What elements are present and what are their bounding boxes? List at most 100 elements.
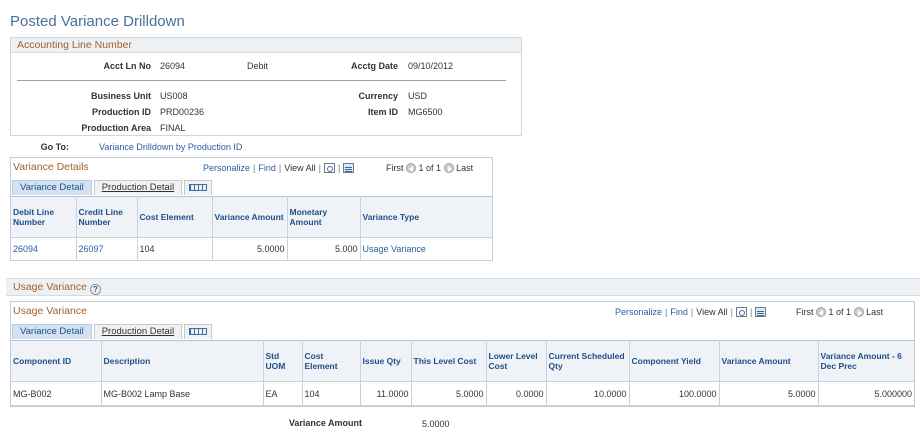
lower-level-cost-cell: 0.0000 [486, 381, 547, 406]
usage-variance-nav: Personalize | Find | View All | | [615, 307, 767, 317]
table-row: MG-B002 MG-B002 Lamp Base EA 104 11.0000… [11, 381, 914, 406]
business-unit-value: US008 [160, 91, 188, 101]
col-variance-type[interactable]: Variance Type [360, 196, 492, 238]
current-scheduled-qty-cell: 10.0000 [546, 381, 630, 406]
total-variance-amount-value: 5.0000 [422, 419, 450, 429]
next-row-icon[interactable] [443, 163, 454, 173]
help-icon[interactable]: ? [89, 284, 101, 295]
component-id-cell: MG-B002 [11, 381, 102, 406]
usage-variance-tabs: Variance Detail Production Detail [12, 324, 214, 339]
component-yield-cell: 100.0000 [629, 381, 720, 406]
view-all-link[interactable]: View All [696, 307, 727, 317]
variance-type-link[interactable]: Usage Variance [360, 237, 492, 261]
accounting-divider [17, 80, 506, 81]
accounting-line-groupbox: Accounting Line Number [10, 37, 522, 136]
variance-amount-cell: 5.0000 [719, 381, 819, 406]
find-link[interactable]: Find [670, 307, 688, 317]
acctg-date-label: Acctg Date [350, 61, 398, 71]
download-spreadsheet-icon[interactable] [343, 163, 355, 173]
usage-variance-section-title: Usage Variance? [13, 281, 101, 295]
tab-production-detail[interactable]: Production Detail [93, 180, 183, 195]
col-debit-line-number[interactable]: Debit Line Number [11, 196, 77, 238]
col-monetary-amount[interactable]: Monetary Amount [287, 196, 361, 238]
usage-variance-grid-title: Usage Variance [13, 305, 87, 317]
variance-amount-cell: 5.0000 [212, 237, 288, 261]
debit-line-link[interactable]: 26094 [11, 237, 77, 261]
show-all-columns-icon [189, 184, 208, 191]
show-all-columns-button[interactable] [184, 180, 213, 195]
production-area-label: Production Area [81, 123, 151, 133]
col-variance-amount-6-dec[interactable]: Variance Amount - 6 Dec Prec [818, 340, 914, 382]
row-count: 1 of 1 [418, 163, 442, 173]
col-current-scheduled-qty[interactable]: Current Scheduled Qty [546, 340, 630, 382]
credit-line-link[interactable]: 26097 [76, 237, 138, 261]
cost-element-cell: 104 [137, 237, 213, 261]
usage-variance-table: Component ID Description Std UOM Cost El… [11, 340, 914, 406]
zoom-icon[interactable] [735, 307, 747, 317]
personalize-link[interactable]: Personalize [615, 307, 662, 317]
acct-ln-no-value: 26094 [160, 61, 186, 71]
acctg-date-value: 09/10/2012 [408, 61, 454, 71]
acct-ln-no-label: Acct Ln No [103, 61, 151, 71]
last-link[interactable]: Last [456, 163, 473, 173]
col-cost-element[interactable]: Cost Element [137, 196, 213, 238]
table-row: 26094 26097 104 5.0000 5.000 Usage Varia… [11, 237, 492, 261]
description-cell: MG-B002 Lamp Base [101, 381, 264, 406]
download-spreadsheet-icon[interactable] [755, 307, 767, 317]
personalize-link[interactable]: Personalize [203, 163, 250, 173]
col-std-uom[interactable]: Std UOM [263, 340, 303, 382]
first-link[interactable]: First [386, 163, 404, 173]
page-title: Posted Variance Drilldown [10, 13, 185, 30]
monetary-amount-cell: 5.000 [287, 237, 361, 261]
usage-variance-pager: First 1 of 1 Last [796, 307, 883, 317]
col-issue-qty[interactable]: Issue Qty [360, 340, 412, 382]
tab-variance-detail[interactable]: Variance Detail [12, 324, 92, 339]
variance-details-title: Variance Details [13, 161, 89, 173]
usage-variance-section-label: Usage Variance [13, 281, 87, 293]
next-row-icon[interactable] [853, 307, 864, 317]
find-link[interactable]: Find [258, 163, 276, 173]
variance-details-pager: First 1 of 1 Last [386, 163, 473, 173]
usage-variance-section-header [6, 278, 920, 296]
accounting-line-header: Accounting Line Number [11, 38, 521, 53]
variance-amount-6-dec-cell: 5.000000 [818, 381, 914, 406]
col-description[interactable]: Description [101, 340, 264, 382]
std-uom-cell: EA [263, 381, 303, 406]
issue-qty-cell: 11.0000 [360, 381, 412, 406]
business-unit-label: Business Unit [90, 91, 151, 101]
row-count: 1 of 1 [828, 307, 852, 317]
previous-row-icon[interactable] [816, 307, 827, 317]
col-component-yield[interactable]: Component Yield [629, 340, 720, 382]
production-id-value: PRD00236 [160, 107, 205, 117]
variance-drilldown-by-production-id-link[interactable]: Variance Drilldown by Production ID [99, 142, 242, 152]
col-credit-line-number[interactable]: Credit Line Number [76, 196, 138, 238]
view-all-link[interactable]: View All [284, 163, 315, 173]
col-component-id[interactable]: Component ID [11, 340, 102, 382]
col-this-level-cost[interactable]: This Level Cost [411, 340, 487, 382]
col-variance-amount[interactable]: Variance Amount [719, 340, 819, 382]
currency-label: Currency [358, 91, 398, 101]
total-variance-amount-label: Variance Amount [288, 418, 362, 428]
zoom-icon[interactable] [323, 163, 335, 173]
col-cost-element[interactable]: Cost Element [302, 340, 361, 382]
show-all-columns-icon [189, 328, 208, 335]
last-link[interactable]: Last [866, 307, 883, 317]
tab-variance-detail[interactable]: Variance Detail [12, 180, 92, 195]
show-all-columns-button[interactable] [184, 324, 213, 339]
production-id-label: Production ID [92, 107, 151, 117]
tab-production-detail[interactable]: Production Detail [93, 324, 183, 339]
cost-element-cell: 104 [302, 381, 361, 406]
variance-details-tabs: Variance Detail Production Detail [12, 180, 214, 195]
variance-details-table: Debit Line Number Credit Line Number Cos… [11, 196, 492, 261]
this-level-cost-cell: 5.0000 [411, 381, 487, 406]
col-lower-level-cost[interactable]: Lower Level Cost [486, 340, 547, 382]
currency-value: USD [408, 91, 428, 101]
item-id-value: MG6500 [408, 107, 443, 117]
item-id-label: Item ID [367, 107, 398, 117]
production-area-value: FINAL [160, 123, 186, 133]
first-link[interactable]: First [796, 307, 814, 317]
col-variance-amount[interactable]: Variance Amount [212, 196, 288, 238]
previous-row-icon[interactable] [406, 163, 417, 173]
goto-label: Go To: [40, 142, 69, 152]
debit-indicator: Debit [247, 61, 269, 71]
